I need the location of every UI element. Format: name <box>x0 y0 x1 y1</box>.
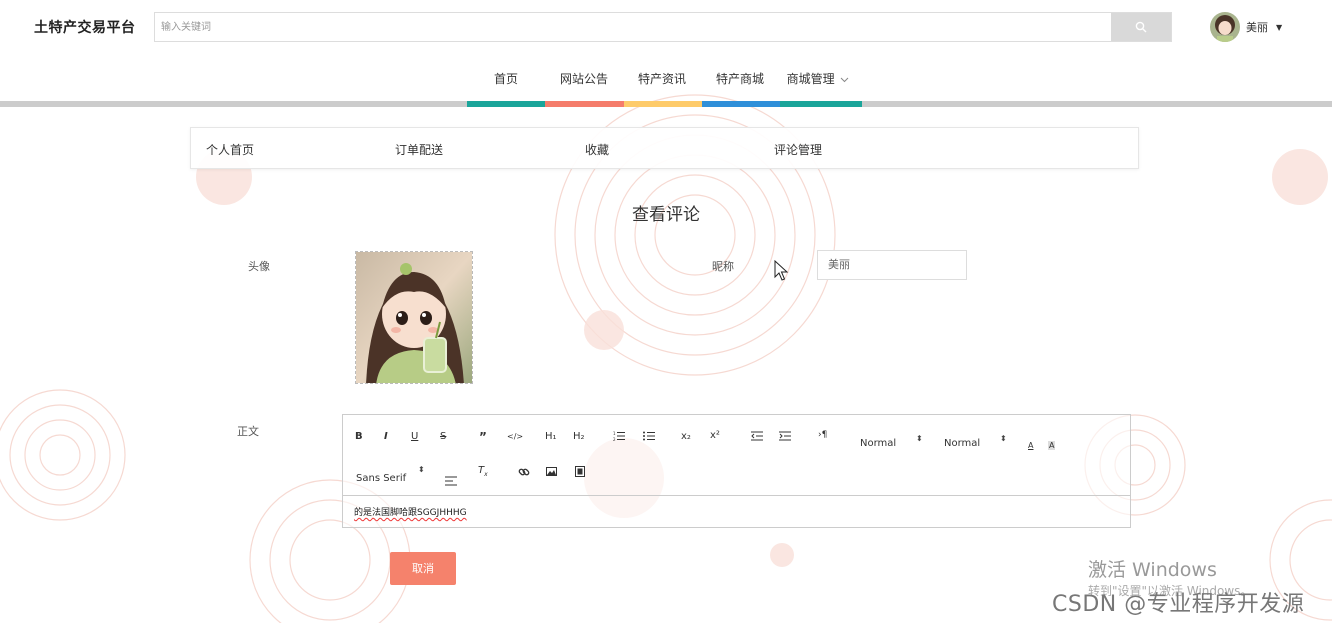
search-input[interactable] <box>155 13 1111 41</box>
page: 土特产交易平台 美丽 ▼ 首页 网站公告 特产资讯 特产商城 商城管理 <box>0 0 1332 623</box>
font-color-icon[interactable]: A <box>1028 441 1033 450</box>
nav-bar-segment <box>467 101 546 107</box>
bold-icon[interactable]: B <box>355 431 363 442</box>
select-arrows-icon: ⬍ <box>1000 434 1007 443</box>
user-menu[interactable]: 美丽 ▼ <box>1210 12 1282 42</box>
nav-item-news[interactable]: 特产资讯 <box>623 70 701 88</box>
tab-order-delivery[interactable]: 订单配送 <box>395 141 443 158</box>
underline-icon[interactable]: U <box>411 431 418 442</box>
subscript-icon[interactable]: x₂ <box>681 431 691 442</box>
search-button[interactable] <box>1111 13 1171 41</box>
search-icon <box>1135 21 1147 33</box>
nickname-label: 昵称 <box>712 260 734 273</box>
video-icon[interactable] <box>575 466 585 477</box>
avatar-image <box>355 251 473 384</box>
superscript-icon[interactable]: x² <box>710 430 720 441</box>
select-arrows-icon: ⬍ <box>418 465 425 474</box>
clear-format-icon[interactable]: Tx <box>478 465 488 478</box>
image-icon[interactable] <box>546 467 557 476</box>
select-arrows-icon: ⬍ <box>916 434 923 443</box>
bullet-list-icon[interactable] <box>643 431 655 441</box>
editor-toolbar: B I U S ” </> H₁ H₂ 12 x₂ x² ›¶ Normal ⬍… <box>343 415 1130 496</box>
nav-item-announcement[interactable]: 网站公告 <box>545 70 623 88</box>
chevron-down-icon <box>841 77 849 82</box>
nav-bar-segment <box>702 101 781 107</box>
header-select-value: Normal <box>860 438 897 449</box>
link-icon[interactable] <box>518 466 530 478</box>
site-brand[interactable]: 土特产交易平台 <box>34 17 136 37</box>
svg-text:1: 1 <box>613 431 616 436</box>
nav-bar-segment <box>624 101 703 107</box>
code-icon[interactable]: </> <box>507 432 523 441</box>
svg-text:2: 2 <box>613 437 616 441</box>
nav-item-mall-manage[interactable]: 商城管理 <box>779 70 857 88</box>
rich-text-editor: B I U S ” </> H₁ H₂ 12 x₂ x² ›¶ Normal ⬍… <box>342 414 1131 528</box>
nav-bar-segment <box>545 101 624 107</box>
main-nav: 首页 网站公告 特产资讯 特产商城 商城管理 <box>467 70 857 88</box>
username: 美丽 <box>1246 21 1268 34</box>
cancel-button[interactable]: 取消 <box>390 552 456 585</box>
page-title: 查看评论 <box>632 205 700 225</box>
body-label: 正文 <box>237 425 259 438</box>
ordered-list-icon[interactable]: 12 <box>613 431 625 441</box>
heading1-icon[interactable]: H₁ <box>545 431 557 442</box>
size-select[interactable]: Normal ⬍ <box>944 434 1008 452</box>
strike-icon[interactable]: S <box>440 431 446 442</box>
background-color-icon[interactable]: A <box>1048 441 1056 450</box>
indent-icon[interactable] <box>779 431 791 441</box>
tab-favorites[interactable]: 收藏 <box>585 141 609 158</box>
header-select[interactable]: Normal ⬍ <box>860 434 924 452</box>
heading2-icon[interactable]: H₂ <box>573 431 585 442</box>
nickname-field[interactable]: 美丽 <box>817 250 967 280</box>
editor-content[interactable]: 的是法国脚哈跟SGGJHHHG <box>354 505 467 518</box>
nav-item-mall-manage-label: 商城管理 <box>786 72 835 86</box>
tab-comment-manage[interactable]: 评论管理 <box>774 141 822 158</box>
caret-down-icon: ▼ <box>1276 22 1283 32</box>
font-select[interactable]: Sans Serif ⬍ <box>356 465 426 487</box>
background-decoration <box>0 94 1332 623</box>
italic-icon[interactable]: I <box>384 431 388 442</box>
nav-item-home[interactable]: 首页 <box>467 70 545 88</box>
mouse-pointer-icon <box>774 260 789 281</box>
csdn-watermark: CSDN @专业程序开发源 <box>1052 592 1305 617</box>
nav-item-mall[interactable]: 特产商城 <box>701 70 779 88</box>
nav-underline-bar <box>0 101 1332 107</box>
windows-activation-title: 激活 Windows <box>1088 559 1217 581</box>
avatar <box>1210 12 1240 42</box>
editor-text: 的是法国脚哈跟SGGJHHHG <box>354 508 467 518</box>
font-select-value: Sans Serif <box>356 473 407 484</box>
personal-tabs: 个人首页 订单配送 收藏 评论管理 <box>190 127 1139 169</box>
align-icon[interactable] <box>445 476 457 486</box>
blockquote-icon[interactable]: ” <box>479 430 487 444</box>
nav-bar-segment <box>780 101 862 107</box>
search-box <box>154 12 1172 42</box>
outdent-icon[interactable] <box>751 431 763 441</box>
tab-personal-home[interactable]: 个人首页 <box>206 141 254 158</box>
text-direction-icon[interactable]: ›¶ <box>818 430 827 440</box>
size-select-value: Normal <box>944 438 981 449</box>
avatar-label: 头像 <box>248 260 270 273</box>
